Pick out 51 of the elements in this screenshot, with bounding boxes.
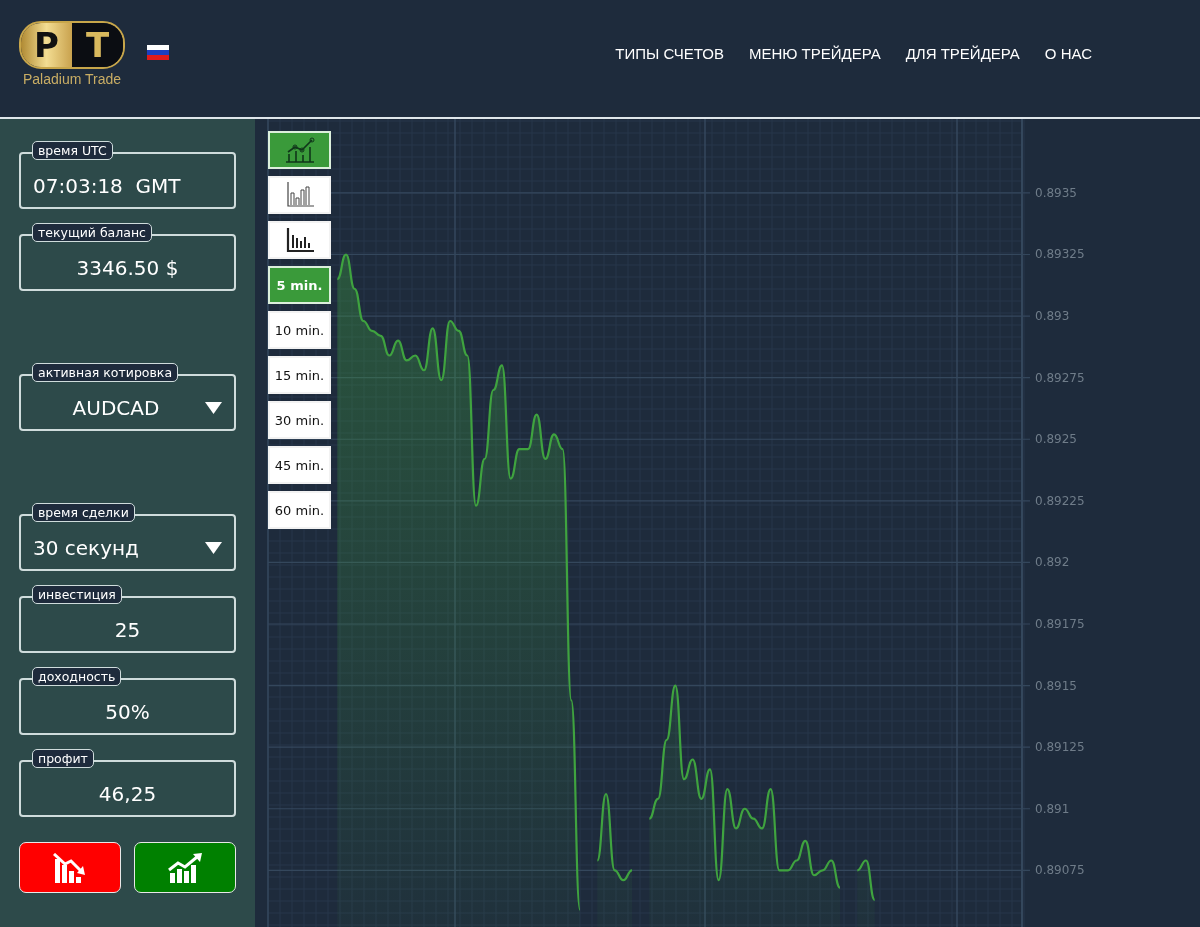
caret-icon (205, 402, 222, 414)
field-label: инвестиция (32, 585, 122, 604)
field-value: 46,25 (97, 782, 158, 806)
axis-tick-label: 0.891 (1035, 801, 1070, 816)
field-value: 25 (113, 618, 142, 642)
caret-icon (205, 542, 222, 554)
field-value: 50% (104, 700, 151, 724)
axis-tick-label: 0.89225 (1035, 493, 1085, 508)
axis-tick-label: 0.893 (1035, 309, 1070, 324)
axis-tick-label: 0.8935 (1035, 185, 1077, 200)
axis-tick-label: 0.8925 (1035, 432, 1077, 447)
axis-tick-label: 0.89175 (1035, 617, 1085, 631)
field-label: активная котировка (32, 363, 179, 382)
sell-button[interactable] (19, 842, 121, 893)
buy-button[interactable] (134, 842, 236, 893)
nav-link[interactable]: ТИПЫ СЧЕТОВ (615, 45, 724, 62)
field-label: время UTC (32, 141, 113, 160)
rising-chart-icon (167, 852, 203, 883)
timeframe-button[interactable]: 30 min. (268, 401, 331, 439)
axis-tick-label: 0.89325 (1035, 247, 1085, 262)
field-label: время сделки (32, 503, 135, 522)
field-value: 30 секунд (33, 536, 140, 560)
axis-tick-label: 0.892 (1035, 555, 1070, 570)
falling-chart-icon (53, 852, 87, 883)
field-label: текущий баланс (32, 223, 152, 242)
axis-tick-label: 0.89125 (1035, 740, 1085, 755)
line-chart-icon (283, 137, 316, 163)
timeframe-button[interactable]: 45 min. (268, 446, 331, 484)
axis-tick-label: 0.89275 (1035, 370, 1085, 385)
flag-icon[interactable] (147, 45, 169, 60)
nav-link[interactable]: О НАС (1044, 45, 1092, 62)
chart-type-button[interactable] (268, 221, 331, 259)
axis-tick-label: 0.8915 (1035, 678, 1077, 693)
chart-type-button[interactable] (268, 131, 331, 169)
timeframe-button[interactable]: 60 min. (268, 491, 331, 529)
field-value: AUDCAD (71, 396, 161, 420)
input-field[interactable]: инвестиция 25 (19, 585, 236, 653)
timeframe-button[interactable]: 15 min. (268, 356, 331, 394)
nav-link[interactable]: ДЛЯ ТРЕЙДЕРА (905, 45, 1020, 62)
field-label: профит (32, 749, 94, 768)
column-chart-icon (284, 181, 315, 209)
nav-link[interactable]: МЕНЮ ТРЕЙДЕРА (748, 45, 881, 62)
timeframe-button[interactable]: 5 min. (268, 266, 331, 304)
field-value: 07:03:18 GMT (33, 174, 182, 198)
field-label: доходность (32, 667, 122, 686)
axis-tick-label: 0.89075 (1035, 863, 1085, 878)
select-field[interactable]: активная котировка AUDCAD (19, 363, 236, 431)
bar-chart-icon (284, 227, 315, 253)
timeframe-button[interactable]: 10 min. (268, 311, 331, 349)
select-field[interactable]: время сделки 30 секунд (19, 503, 236, 571)
field-value: 3346.50 $ (75, 256, 180, 280)
